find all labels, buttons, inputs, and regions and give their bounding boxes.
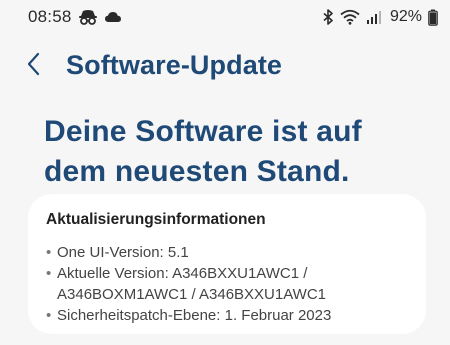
battery-percent: 92% [389,8,422,25]
update-info-card: Aktualisierungsinformationen • One UI-Ve… [28,194,426,334]
bluetooth-icon [322,9,334,25]
bullet: • [46,265,52,282]
chevron-left-icon [26,52,42,81]
info-text: Sicherheitspatch-Ebene: 1. Februar 2023 [57,305,331,326]
back-button[interactable] [20,52,48,80]
status-bar-right: 92% [322,8,438,26]
bullet: • [46,307,52,324]
cloud-icon [104,10,122,24]
status-bar: 08:58 92% [0,0,450,34]
info-list: • One UI-Version: 5.1 • Aktuelle Version… [46,242,426,326]
incognito-icon [78,9,98,25]
info-item-current-version: • Aktuelle Version: A346BXXU1AWC1 / A346… [46,263,426,305]
headline-line-2: dem neuesten Stand. [44,155,350,188]
software-update-screen: 08:58 92% Software-Update Deine Software… [0,0,450,345]
info-line: One UI-Version: 5.1 [57,244,189,261]
bullet: • [46,244,52,261]
signal-icon [366,10,382,25]
headline-line-1: Deine Software ist auf [44,115,362,148]
battery-icon [428,9,438,26]
status-time: 08:58 [28,7,72,26]
info-text: Aktuelle Version: A346BXXU1AWC1 / A346BO… [57,263,326,305]
app-header: Software-Update [0,46,450,86]
info-line-continued: A346BOXM1AWC1 / A346BXXU1AWC1 [57,286,327,303]
info-item-one-ui-version: • One UI-Version: 5.1 [46,242,426,263]
info-line: Aktuelle Version: A346BXXU1AWC1 / [57,265,308,282]
info-line: Sicherheitspatch-Ebene: 1. Februar 2023 [57,307,332,324]
status-bar-left: 08:58 [28,7,122,27]
info-item-security-patch: • Sicherheitspatch-Ebene: 1. Februar 202… [46,305,426,326]
update-status-headline: Deine Software ist auf dem neuesten Stan… [44,112,444,192]
page-title: Software-Update [66,50,283,80]
wifi-icon [340,9,360,25]
card-title: Aktualisierungsinformationen [46,211,266,228]
info-text: One UI-Version: 5.1 [57,242,189,263]
